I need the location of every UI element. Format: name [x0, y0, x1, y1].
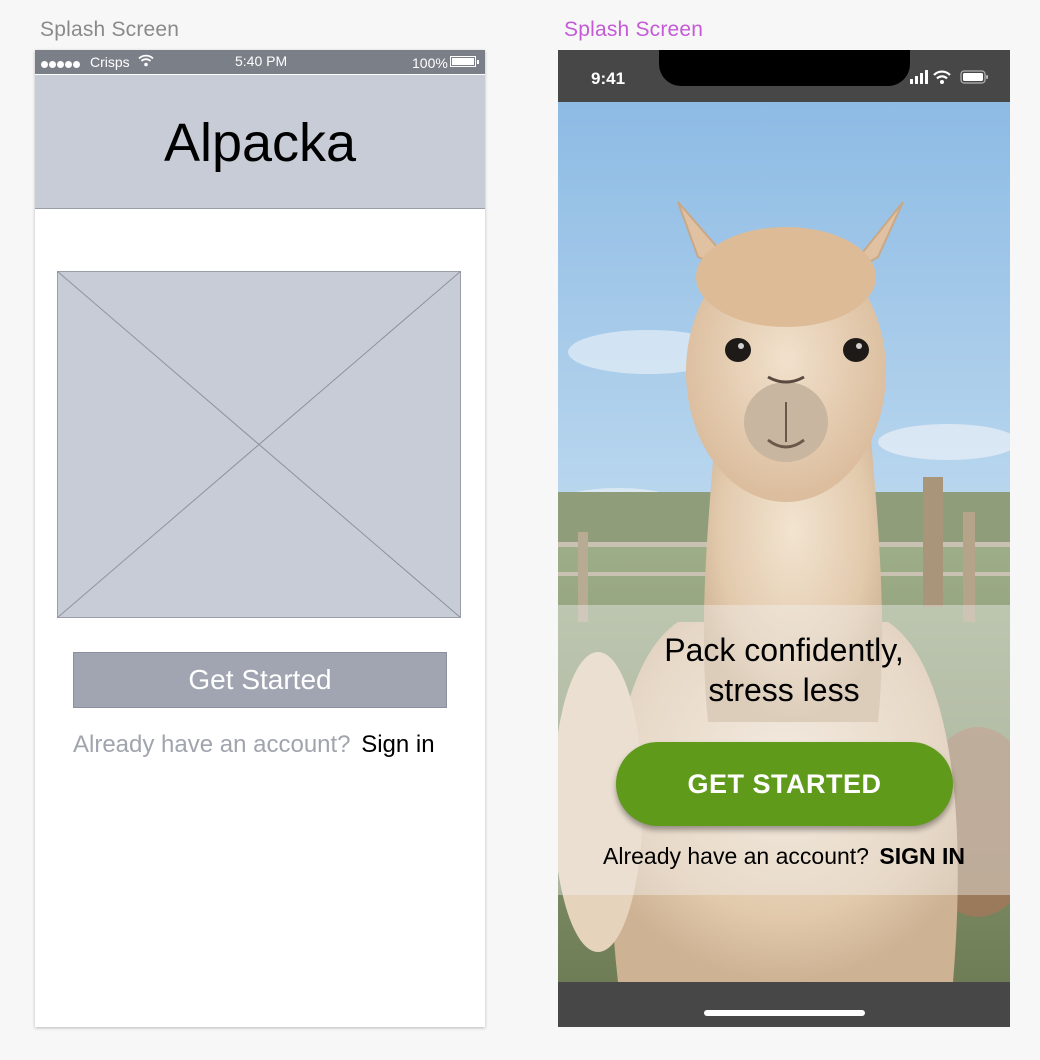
- artboard-label-mockup: Splash Screen: [564, 18, 704, 41]
- notch: [659, 50, 910, 86]
- home-bar-area: [558, 982, 1010, 1027]
- signin-row: Already have an account? SIGN IN: [558, 843, 1010, 870]
- signin-prompt: Already have an account?: [603, 843, 869, 869]
- status-time: 5:40 PM: [235, 53, 288, 69]
- battery-icon: [960, 70, 988, 84]
- carrier-name: Crisps: [90, 54, 130, 70]
- tagline-line-2: stress less: [708, 672, 860, 708]
- image-placeholder-icon: [56, 270, 462, 619]
- cellular-signal-icon: [910, 70, 928, 84]
- get-started-button[interactable]: GET STARTED: [616, 742, 953, 826]
- signin-prompt: Already have an account?: [73, 731, 351, 758]
- app-title: Alpacka: [163, 112, 357, 173]
- get-started-button[interactable]: Get Started: [73, 652, 447, 708]
- signal-dots-icon: [41, 55, 81, 71]
- status-bar: 9:41: [558, 50, 1010, 102]
- tagline: Pack confidently, stress less: [558, 630, 1010, 710]
- battery-icon: [450, 56, 479, 67]
- signin-link[interactable]: SIGN IN: [879, 843, 965, 869]
- wireframe-screen: Crisps 5:40 PM 100% Alpacka Get Started …: [35, 50, 485, 1027]
- signin-row: Already have an account? Sign in: [73, 731, 435, 759]
- artboard-label-wireframe: Splash Screen: [40, 18, 180, 41]
- tagline-line-1: Pack confidently,: [664, 632, 904, 668]
- mockup-screen: 9:41 Pack confidently, stress less GET S…: [558, 50, 1010, 1027]
- header: Alpacka: [35, 75, 485, 209]
- status-icons: [910, 69, 990, 85]
- status-time: 9:41: [591, 69, 626, 88]
- status-bar: Crisps 5:40 PM 100%: [35, 50, 485, 74]
- home-indicator[interactable]: [704, 1010, 865, 1016]
- signin-link[interactable]: Sign in: [361, 731, 434, 758]
- wifi-icon: [138, 54, 154, 70]
- battery-percent: 100%: [412, 55, 448, 71]
- wifi-icon: [933, 70, 951, 84]
